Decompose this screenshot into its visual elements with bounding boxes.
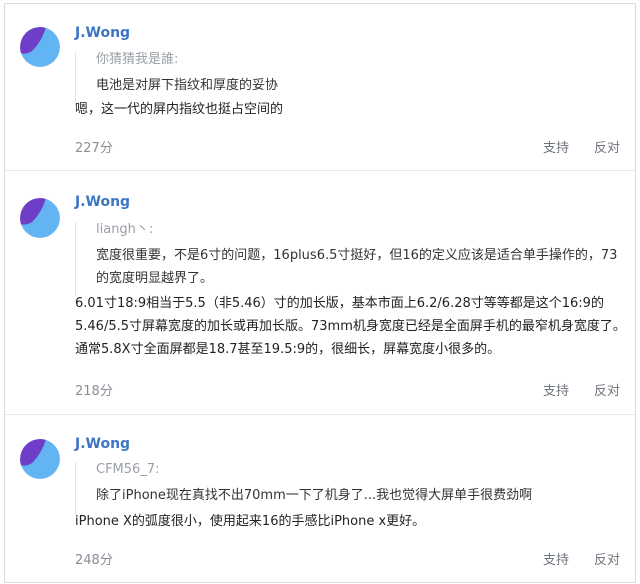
quote-author: CFM56_7: xyxy=(96,462,160,477)
avatar[interactable] xyxy=(20,27,60,67)
support-button[interactable]: 支持 xyxy=(543,549,569,568)
comment-score: 218分 xyxy=(75,384,113,399)
avatar[interactable] xyxy=(20,439,60,479)
comment-score: 248分 xyxy=(75,553,113,568)
username[interactable]: J.Wong xyxy=(75,193,130,211)
quote-text: 电池是对屏下指纹和厚度的妥协 xyxy=(96,78,279,93)
oppose-button[interactable]: 反对 xyxy=(594,137,620,156)
comment-item: J.Wong 你猜猜我是誰: 电池是对屏下指纹和厚度的妥协 嗯，这一代的屏内指纹… xyxy=(5,4,635,170)
avatar[interactable] xyxy=(20,198,60,238)
quoted-reply: CFM56_7: 除了iPhone现在真找不出70mm一下了机身了...我也觉得… xyxy=(75,462,627,514)
support-button[interactable]: 支持 xyxy=(543,380,569,399)
comment-score: 227分 xyxy=(75,141,113,156)
comment-item: J.Wong liangh丶: 宽度很重要，不是6寸的问题，16plus6.5寸… xyxy=(5,171,635,414)
quote-author: liangh丶: xyxy=(96,222,154,237)
quoted-reply: liangh丶: 宽度很重要，不是6寸的问题，16plus6.5寸挺好，但16的… xyxy=(75,222,627,296)
avatar-logo-icon xyxy=(20,198,60,238)
quote-text: 除了iPhone现在真找不出70mm一下了机身了...我也觉得大屏单手很费劲啊 xyxy=(96,488,533,503)
oppose-button[interactable]: 反对 xyxy=(594,380,620,399)
comment-body: iPhone X的弧度很小，使用起来16的手感比iPhone x更好。 xyxy=(75,514,426,529)
avatar-logo-icon xyxy=(20,27,60,67)
comment-list: J.Wong 你猜猜我是誰: 电池是对屏下指纹和厚度的妥协 嗯，这一代的屏内指纹… xyxy=(4,3,636,583)
oppose-button[interactable]: 反对 xyxy=(594,549,620,568)
support-button[interactable]: 支持 xyxy=(543,137,569,156)
comment-body: 6.01寸18:9相当于5.5（非5.46）寸的加长版，基本市面上6.2/6.2… xyxy=(75,296,626,357)
username[interactable]: J.Wong xyxy=(75,435,130,453)
username[interactable]: J.Wong xyxy=(75,24,130,42)
avatar-logo-icon xyxy=(20,439,60,479)
quote-author: 你猜猜我是誰: xyxy=(96,52,179,67)
quote-text: 宽度很重要，不是6寸的问题，16plus6.5寸挺好，但16的定义应该是适合单手… xyxy=(96,248,618,286)
comment-body: 嗯，这一代的屏内指纹也挺占空间的 xyxy=(75,102,284,117)
comment-item: J.Wong CFM56_7: 除了iPhone现在真找不出70mm一下了机身了… xyxy=(5,415,635,581)
